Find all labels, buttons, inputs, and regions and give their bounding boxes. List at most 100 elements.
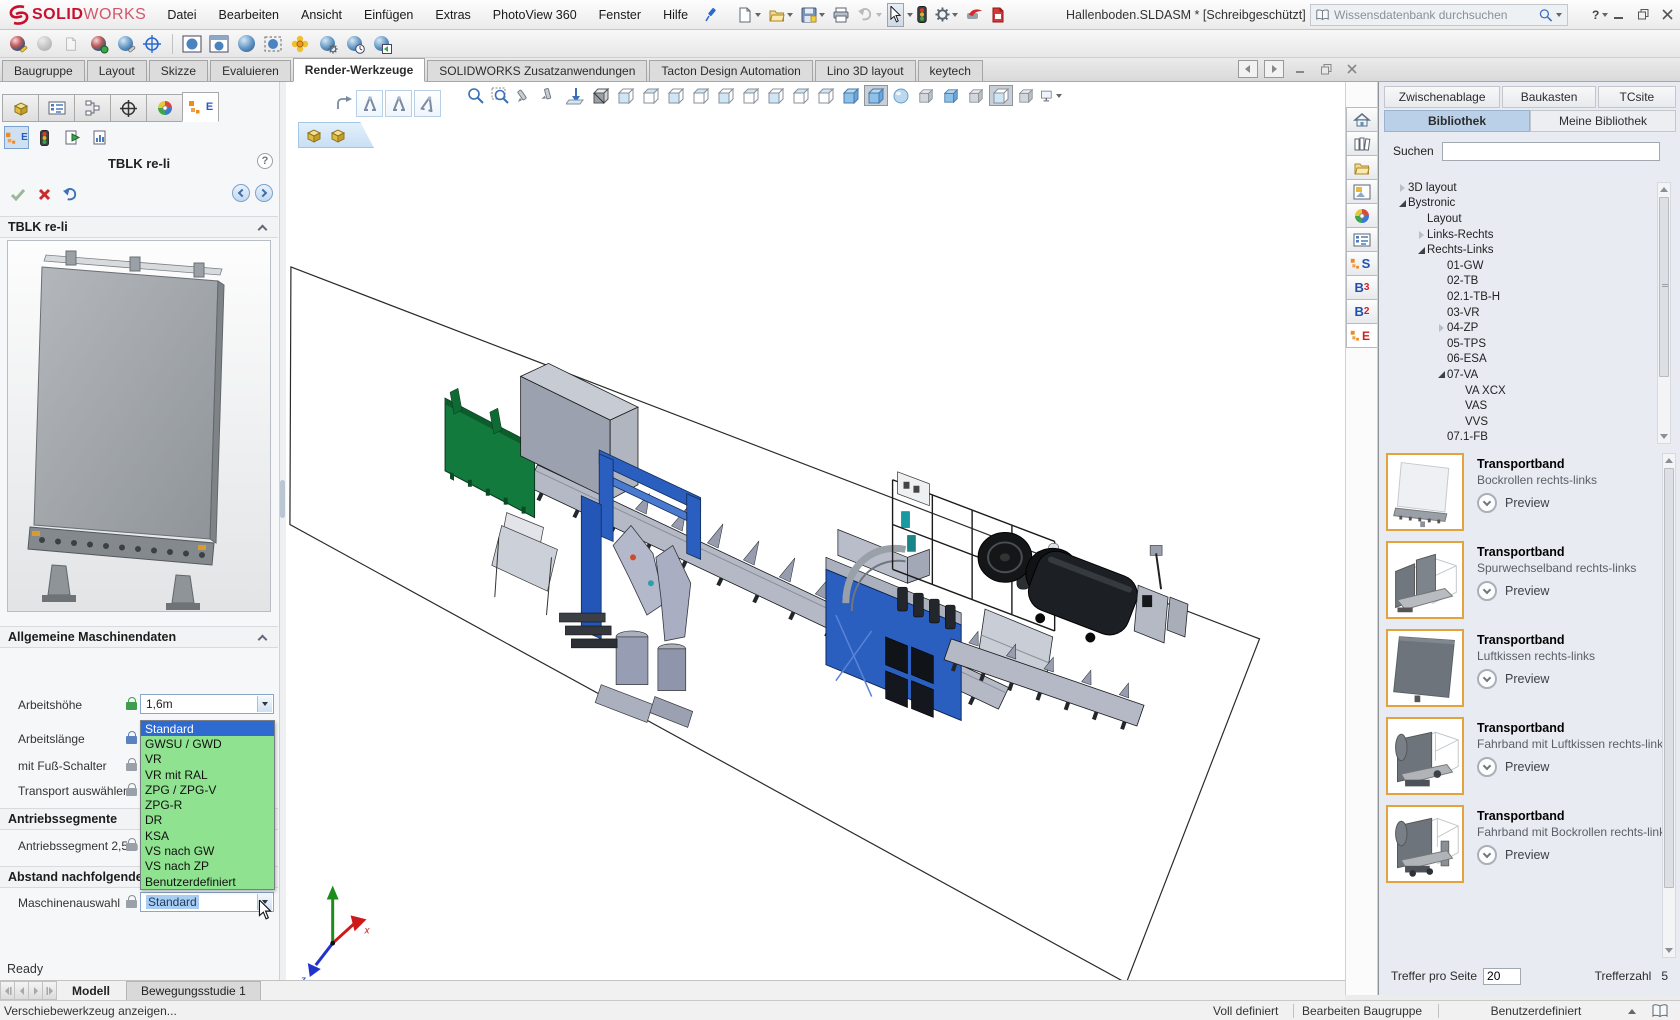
pm-group-general-header[interactable]: Allgemeine Maschinendaten: [0, 626, 278, 648]
maschinenauswahl-select[interactable]: Standard: [140, 892, 274, 912]
tree-node-3d-layout[interactable]: 3D layout: [1379, 180, 1655, 196]
lock-icon-transport[interactable]: [126, 783, 137, 796]
paste-appearance-button[interactable]: [58, 32, 84, 56]
dropdown-option-standard[interactable]: Standard: [141, 721, 274, 736]
graphics-viewport[interactable]: x z: [286, 82, 1345, 980]
tree-scrollbar[interactable]: [1657, 182, 1671, 444]
child-minimize-button[interactable]: [1290, 60, 1310, 78]
custom-properties-icon[interactable]: [1346, 227, 1378, 252]
configuration-status[interactable]: Benutzerdefiniert: [1446, 1001, 1626, 1020]
arbeitshoehe-select[interactable]: 1,6m: [140, 694, 274, 714]
tree-node-03-vr[interactable]: 03-VR: [1379, 305, 1655, 321]
ok-button[interactable]: [6, 182, 30, 206]
dropdown-option-zpg-r[interactable]: ZPG-R: [141, 797, 274, 812]
search-options-caret[interactable]: [1556, 13, 1562, 17]
apply-scene-button[interactable]: [914, 85, 938, 106]
copy-appearance-button[interactable]: [31, 32, 57, 56]
menu-extras[interactable]: Extras: [424, 0, 481, 29]
tab-zwischenablage[interactable]: Zwischenablage: [1384, 86, 1500, 108]
edit-appearance-button[interactable]: [4, 32, 30, 56]
knowledge-search-box[interactable]: Wissensdatenbank durchsuchen: [1310, 4, 1568, 26]
view-settings-button[interactable]: [1039, 85, 1063, 106]
shaded-style-button[interactable]: [839, 85, 863, 106]
child-restore-button[interactable]: [1316, 60, 1336, 78]
pm-back-button[interactable]: [232, 184, 250, 202]
edit-scene-button[interactable]: [85, 32, 111, 56]
tab-baukasten[interactable]: Baukasten: [1502, 86, 1595, 108]
library-item-spurwechselband[interactable]: Transportband Spurwechselband rechts-lin…: [1386, 541, 1654, 621]
view-orientation-dimetric-button[interactable]: [789, 85, 813, 106]
smart-dimension-button-2[interactable]: [385, 90, 412, 117]
file-explorer-icon[interactable]: [1346, 155, 1378, 180]
select-tool-button[interactable]: [887, 3, 904, 27]
menu-photoview[interactable]: PhotoView 360: [482, 0, 588, 29]
export-button[interactable]: [60, 126, 85, 149]
wireframe-style-button[interactable]: [814, 85, 838, 106]
tab-modell[interactable]: Modell: [58, 981, 124, 1000]
tab-tcsite[interactable]: TCsite: [1598, 86, 1676, 108]
view-orientation-top-button[interactable]: [714, 85, 738, 106]
pin-menu-icon[interactable]: [705, 7, 719, 23]
item-thumbnail[interactable]: [1386, 453, 1464, 531]
preview-expand-icon[interactable]: [1477, 669, 1497, 689]
child-close-button[interactable]: [1342, 60, 1362, 78]
view-orientation-front-button[interactable]: [614, 85, 638, 106]
hide-show-items-button[interactable]: [1014, 85, 1038, 106]
library-search-input[interactable]: [1442, 142, 1660, 161]
lock-icon-arbeitslaenge[interactable]: [126, 731, 137, 744]
items-scrollbar[interactable]: [1662, 453, 1676, 958]
view-orientation-left-button[interactable]: [664, 85, 688, 106]
view-orientation-bottom-button[interactable]: [739, 85, 763, 106]
lino-2d-layout-icon[interactable]: B2: [1346, 299, 1378, 324]
recall-last-render-button[interactable]: [368, 32, 394, 56]
previous-view-button[interactable]: [514, 85, 538, 106]
appearance-button[interactable]: [889, 85, 913, 106]
part-crumb-icon[interactable]: [328, 126, 348, 144]
view-orientation-iso-button[interactable]: [764, 85, 788, 106]
edrawings-button[interactable]: [963, 3, 986, 27]
undo-button[interactable]: [854, 3, 885, 27]
print-button[interactable]: [830, 3, 852, 27]
menu-datei[interactable]: Datei: [156, 0, 207, 29]
preview-label[interactable]: Preview: [1505, 584, 1549, 598]
interference-check-button[interactable]: [914, 3, 930, 27]
tree-node-02-1-tb-h[interactable]: 02.1-TB-H: [1379, 289, 1655, 305]
tree-node-05-tps[interactable]: 05-TPS: [1379, 336, 1655, 352]
preview-expand-icon[interactable]: [1477, 493, 1497, 513]
tree-node-rechts-links[interactable]: Rechts-Links: [1379, 242, 1655, 258]
pm-help-button[interactable]: ?: [257, 153, 273, 169]
zoom-area-button[interactable]: [489, 85, 513, 106]
tree-node-links-rechts[interactable]: Links-Rechts: [1379, 227, 1655, 243]
solidworks-forum-icon[interactable]: S: [1346, 251, 1378, 276]
new-document-button[interactable]: [734, 3, 764, 27]
tab-zusatzanwendungen[interactable]: SOLIDWORKS Zusatzanwendungen: [427, 60, 647, 81]
menu-einfuegen[interactable]: Einfügen: [353, 0, 424, 29]
tab-tacton[interactable]: Tacton Design Automation: [649, 60, 812, 81]
configuration-caret[interactable]: [1628, 1001, 1636, 1020]
view-orientation-back-button[interactable]: [639, 85, 663, 106]
integrated-preview-button[interactable]: [179, 32, 205, 56]
tree-node-bystronic[interactable]: Bystronic: [1379, 196, 1655, 212]
photoview-options-button[interactable]: [314, 32, 340, 56]
tag-icon[interactable]: [1652, 1001, 1668, 1020]
appearances-scenes-icon[interactable]: [1346, 203, 1378, 228]
preview-expand-icon[interactable]: [1477, 757, 1497, 777]
library-item-fahrband-luftkissen[interactable]: Transportband Fahrband mit Luftkissen re…: [1386, 717, 1654, 797]
zoom-fit-button[interactable]: [464, 85, 488, 106]
tree-node-02-tb[interactable]: 02-TB: [1379, 274, 1655, 290]
lock-icon-arbeitshoehe[interactable]: [126, 697, 137, 710]
render-region-button[interactable]: [260, 32, 286, 56]
preview-window-button[interactable]: [206, 32, 232, 56]
tab-baugruppe[interactable]: Baugruppe: [2, 60, 85, 81]
lock-icon-fuss-schalter[interactable]: [126, 758, 137, 771]
tree-node-07-va[interactable]: 07-VA: [1379, 367, 1655, 383]
shadow-toggle-button[interactable]: [939, 85, 963, 106]
save-button[interactable]: [798, 3, 828, 27]
tab-bewegungsstudie[interactable]: Bewegungsstudie 1: [126, 981, 261, 1000]
search-icon[interactable]: [1538, 8, 1554, 23]
edit-sunlight-button[interactable]: [287, 32, 313, 56]
next-window-button[interactable]: [1264, 60, 1284, 78]
menu-ansicht[interactable]: Ansicht: [290, 0, 353, 29]
per-page-input[interactable]: [1483, 968, 1521, 985]
final-render-button[interactable]: [233, 32, 259, 56]
